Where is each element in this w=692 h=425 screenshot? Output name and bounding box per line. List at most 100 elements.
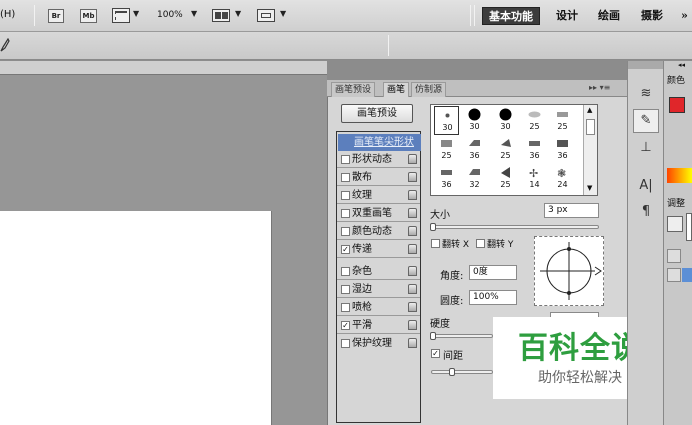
lock-icon[interactable] — [408, 320, 417, 330]
zoom-level[interactable]: 100% — [157, 10, 183, 20]
menu-help[interactable]: (H) — [0, 9, 15, 20]
brush-grid-scrollbar[interactable]: ▲ ▼ — [583, 105, 597, 195]
option-wet-edges[interactable]: 湿边 — [337, 281, 420, 298]
scroll-thumb[interactable] — [586, 119, 595, 135]
brush-tip[interactable]: ✢ 14 — [522, 164, 547, 193]
option-transfer[interactable]: ✓ 传递 — [337, 241, 420, 258]
collapse-icon[interactable]: ◂◂ — [678, 61, 685, 69]
color-ramp[interactable] — [667, 168, 692, 183]
brush-tool-icon[interactable] — [0, 38, 10, 52]
zoom-dropdown[interactable]: ▼ — [191, 9, 197, 18]
adjustment-item[interactable] — [667, 268, 681, 282]
checkbox[interactable] — [341, 339, 350, 348]
size-input[interactable]: 3 px — [544, 203, 599, 218]
workspace-design[interactable]: 设计 — [556, 7, 578, 25]
checkbox-checked[interactable]: ✓ — [341, 321, 350, 330]
option-protect-texture[interactable]: 保护纹理 — [337, 335, 420, 352]
option-color-dynamics[interactable]: 颜色动态 — [337, 223, 420, 240]
foreground-color-swatch[interactable] — [669, 97, 685, 113]
checkbox[interactable] — [341, 285, 350, 294]
option-texture[interactable]: 纹理 — [337, 187, 420, 204]
spacing-checkbox[interactable]: ✓ — [431, 349, 440, 358]
tab-brush-presets[interactable]: 画笔预设 — [331, 82, 376, 97]
scroll-down-icon[interactable]: ▼ — [587, 184, 592, 192]
arrange-documents-icon[interactable] — [212, 9, 230, 22]
adjustments-panel-label[interactable]: 调整 — [667, 196, 685, 209]
brush-tip[interactable]: 36 — [550, 135, 575, 164]
bridge-button[interactable]: Br — [48, 9, 64, 23]
brush-tip[interactable]: 25 — [493, 135, 518, 164]
roundness-input[interactable]: 100% — [469, 290, 517, 305]
checkbox[interactable] — [341, 173, 350, 182]
screen-mode-icon[interactable] — [257, 9, 275, 22]
arrange-dropdown[interactable]: ▼ — [235, 9, 241, 18]
adjustment-selected[interactable] — [682, 268, 692, 282]
clone-source-icon[interactable]: ⊥ — [633, 137, 659, 161]
scroll-up-icon[interactable]: ▲ — [587, 106, 592, 114]
brush-tip[interactable]: 30 — [434, 106, 459, 135]
brush-tip[interactable]: ❃ 24 — [550, 164, 575, 193]
size-slider[interactable] — [431, 225, 599, 229]
paragraph-icon[interactable]: ¶ — [633, 201, 659, 225]
brush-tip[interactable]: 30 — [462, 106, 487, 135]
angle-input[interactable]: 0度 — [469, 265, 517, 280]
checkbox[interactable] — [341, 155, 350, 164]
hardness-slider-knob[interactable] — [430, 332, 436, 340]
spacing-slider[interactable] — [431, 370, 493, 374]
flip-y-checkbox[interactable] — [476, 239, 485, 248]
size-slider-knob[interactable] — [430, 223, 436, 231]
screen-mode-dropdown[interactable]: ▼ — [280, 9, 286, 18]
adjustment-item[interactable] — [667, 249, 681, 263]
panel-menu-icon[interactable]: ▸▸ ▾≡ — [589, 83, 610, 92]
option-smoothing[interactable]: ✓ 平滑 — [337, 317, 420, 334]
option-airbrush[interactable]: 喷枪 — [337, 299, 420, 316]
brush-angle-preview[interactable] — [534, 236, 604, 306]
workspace-painting[interactable]: 绘画 — [598, 7, 620, 25]
view-extras-icon[interactable] — [112, 8, 130, 23]
lock-icon[interactable] — [408, 284, 417, 294]
workspace-more[interactable]: » — [681, 7, 688, 25]
checkbox-checked[interactable]: ✓ — [341, 245, 350, 254]
lock-icon[interactable] — [408, 190, 417, 200]
brush-tip[interactable]: 30 — [493, 106, 518, 135]
lock-icon[interactable] — [408, 244, 417, 254]
spacing-slider-knob[interactable] — [449, 368, 455, 376]
mini-bridge-button[interactable]: Mb — [80, 9, 97, 23]
brush-tip[interactable]: 36 — [434, 164, 459, 193]
brush-tip[interactable]: 36 — [522, 135, 547, 164]
option-scattering[interactable]: 散布 — [337, 169, 420, 186]
brush-tip[interactable]: 32 — [462, 164, 487, 193]
checkbox[interactable] — [341, 209, 350, 218]
lock-icon[interactable] — [408, 226, 417, 236]
color-panel-label[interactable]: 颜色 — [667, 73, 685, 86]
lock-icon[interactable] — [408, 208, 417, 218]
character-icon[interactable]: A| — [633, 175, 659, 199]
checkbox[interactable] — [341, 227, 350, 236]
option-brush-tip-shape[interactable]: 画笔笔尖形状 — [338, 134, 421, 151]
view-extras-dropdown[interactable]: ▼ — [133, 9, 139, 18]
lock-icon[interactable] — [408, 154, 417, 164]
brush-tip[interactable]: 25 — [522, 106, 547, 135]
brush-tip[interactable]: 25 — [550, 106, 575, 135]
tab-clone-source[interactable]: 仿制源 — [411, 82, 447, 97]
lock-icon[interactable] — [408, 172, 417, 182]
option-shape-dynamics[interactable]: 形状动态 — [337, 151, 420, 168]
checkbox[interactable] — [341, 267, 350, 276]
brush-tip[interactable]: 36 — [462, 135, 487, 164]
lock-icon[interactable] — [408, 338, 417, 348]
option-dual-brush[interactable]: 双重画笔 — [337, 205, 420, 222]
flip-x-checkbox[interactable] — [431, 239, 440, 248]
brush-tip[interactable]: 25 — [493, 164, 518, 193]
brush-presets-icon[interactable]: ≋ — [633, 83, 659, 107]
brush-icon[interactable]: ✎ — [633, 109, 659, 133]
tab-brush[interactable]: 画笔 — [383, 82, 410, 97]
document-canvas[interactable] — [0, 211, 272, 425]
workspace-basic[interactable]: 基本功能 — [482, 7, 540, 25]
hardness-slider[interactable] — [431, 334, 493, 338]
brush-presets-button[interactable]: 画笔预设 — [341, 104, 413, 123]
lock-icon[interactable] — [408, 266, 417, 276]
lock-icon[interactable] — [408, 302, 417, 312]
option-noise[interactable]: 杂色 — [337, 263, 420, 280]
brush-tip[interactable]: 25 — [434, 135, 459, 164]
adjustment-icon[interactable] — [667, 216, 683, 232]
